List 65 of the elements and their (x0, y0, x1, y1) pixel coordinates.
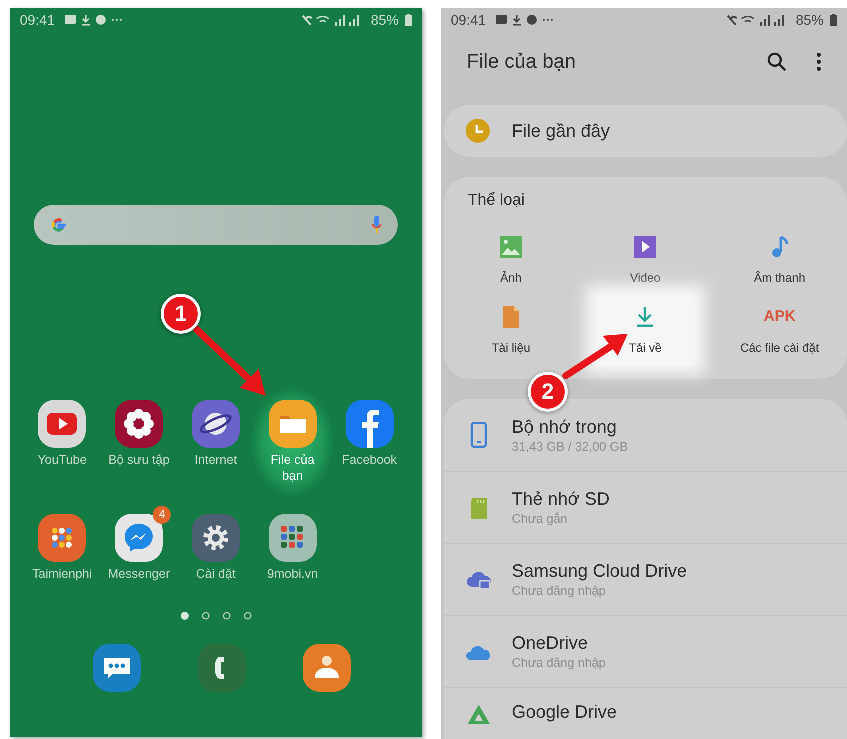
category-label: Âm thanh (754, 271, 806, 286)
app-label: File của bạn (270, 452, 316, 484)
storage-name[interactable]: Thẻ nhớ SD (512, 489, 610, 510)
facebook-app-icon[interactable] (346, 400, 394, 448)
settings-app-icon[interactable] (192, 514, 240, 562)
storage-name[interactable]: Google Drive (512, 702, 618, 723)
play-icon[interactable] (633, 235, 658, 259)
chat-bubble-icon (527, 15, 538, 25)
page-dot[interactable] (244, 612, 252, 620)
app-label: Cài đặt (196, 566, 236, 582)
search-icon[interactable] (767, 52, 787, 72)
battery-level: 85% (370, 12, 399, 28)
microphone-icon[interactable] (372, 216, 382, 234)
current-page-dot[interactable] (180, 612, 188, 620)
storage-status: Chưa đăng nhập (512, 656, 606, 670)
storage-status: Chưa đăng nhập (512, 584, 607, 598)
categories-heading: Thể loại (467, 191, 526, 211)
search-bar[interactable] (34, 205, 398, 245)
contacts-app-icon[interactable] (303, 644, 352, 692)
page-dot[interactable] (222, 612, 230, 620)
app-label: 9mobi.vn (267, 566, 318, 582)
download-icon (513, 14, 522, 26)
app-label: Messenger (108, 566, 170, 582)
screen-title: File của bạn (467, 50, 576, 74)
image-icon (65, 15, 76, 25)
files-app-icon[interactable] (268, 400, 317, 448)
storage-status: 31,43 GB / 32,00 GB (512, 440, 628, 454)
page-dot[interactable] (202, 612, 210, 620)
category-label: Tải về (629, 341, 662, 356)
category-label: Ảnh (500, 271, 522, 286)
folder-app-icon[interactable] (268, 514, 317, 562)
image-icon[interactable] (499, 235, 524, 259)
messages-app-icon[interactable] (92, 644, 141, 692)
gallery-app-icon[interactable] (115, 400, 164, 448)
app-label: Internet (194, 452, 238, 468)
category-label: Tài liệu (492, 341, 530, 356)
app-label: YouTube (38, 452, 87, 468)
appfolder-app-icon[interactable] (38, 514, 86, 562)
more-options-icon[interactable] (817, 53, 821, 71)
battery-icon (405, 14, 412, 26)
phone-app-icon[interactable] (198, 644, 246, 692)
youtube-app-icon[interactable] (38, 400, 86, 448)
notification-badge: 4 (153, 506, 172, 524)
storage-name[interactable]: Samsung Cloud Drive (512, 561, 688, 582)
app-label: Facebook (342, 452, 398, 468)
storage-name[interactable]: Bộ nhớ trong (512, 416, 628, 438)
google-icon (50, 216, 68, 234)
battery-level: 85% (796, 12, 824, 28)
download-icon (82, 14, 90, 26)
app-label: Bộ sưu tập (108, 452, 170, 468)
storage-name[interactable]: OneDrive (512, 633, 606, 654)
category-label: Các file cài đặt (740, 341, 820, 356)
recent-files-label: File gần đây (512, 120, 610, 142)
battery-icon (830, 14, 837, 26)
app-label: Taimienphi (32, 566, 92, 582)
chat-bubble-icon (96, 15, 106, 25)
status-time: 09:41 (20, 12, 56, 28)
arrow (562, 334, 628, 380)
status-time: 09:41 (451, 12, 486, 28)
storage-status: Chưa gắn (512, 512, 569, 526)
internet-app-icon[interactable] (192, 400, 240, 448)
category-label: Video (630, 271, 661, 286)
image-icon (496, 15, 508, 25)
recent-files-item[interactable]: File gần đây (444, 105, 847, 157)
clock-icon (466, 119, 490, 143)
